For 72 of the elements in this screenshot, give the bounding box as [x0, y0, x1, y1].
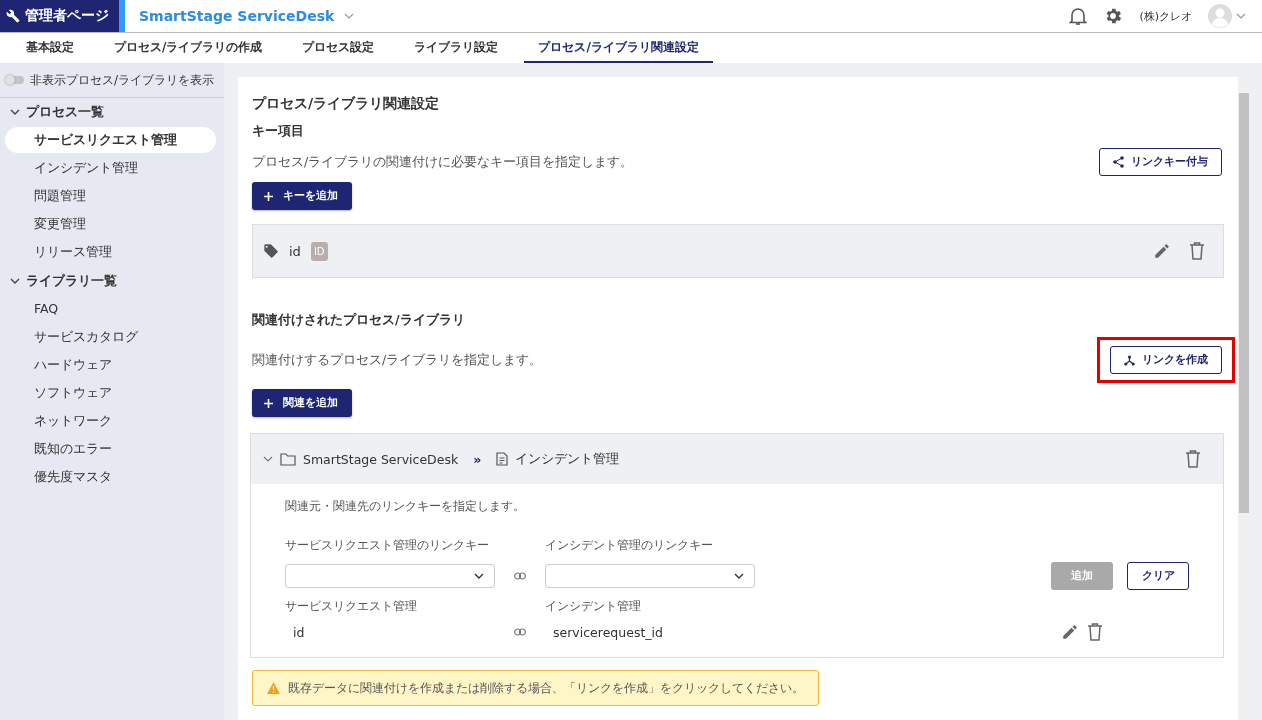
- relation-source: SmartStage ServiceDesk: [303, 451, 459, 467]
- add-relation-button[interactable]: 関連を追加: [252, 389, 352, 417]
- relation-description: 関連元・関連先のリンクキーを指定します。: [285, 498, 526, 515]
- sidebar-item[interactable]: ネットワーク: [5, 408, 216, 434]
- product-selector[interactable]: SmartStage ServiceDesk: [125, 8, 355, 24]
- tab[interactable]: 基本設定: [12, 33, 88, 63]
- column-header: サービスリクエスト管理: [285, 598, 418, 615]
- delete-icon[interactable]: [1185, 450, 1201, 468]
- page-title: プロセス/ライブラリ関連設定: [252, 95, 440, 113]
- plus-icon: [264, 191, 273, 201]
- sidebar-item[interactable]: 既知のエラー: [5, 436, 216, 462]
- section-heading: キー項目: [252, 123, 304, 140]
- key-name: id: [289, 243, 301, 259]
- sidebar-item[interactable]: サービスカタログ: [5, 324, 216, 350]
- column-header: インシデント管理: [545, 598, 642, 615]
- link-key-button[interactable]: リンクキー付与: [1099, 148, 1222, 176]
- share-icon: [1113, 156, 1124, 168]
- warning-icon: [267, 682, 280, 694]
- sidebar-item[interactable]: 問題管理: [5, 183, 216, 209]
- link-icon: [514, 572, 526, 580]
- sidebar-item[interactable]: 変更管理: [5, 211, 216, 237]
- sidebar-item[interactable]: リリース管理: [5, 239, 216, 265]
- network-icon: [1124, 354, 1135, 366]
- sidebar-group[interactable]: プロセス一覧: [0, 98, 224, 126]
- sidebar-item[interactable]: ソフトウェア: [5, 380, 216, 406]
- company-name: (株)クレオ: [1139, 8, 1192, 24]
- sidebar-item[interactable]: ハードウェア: [5, 352, 216, 378]
- document-icon: [496, 452, 509, 466]
- edit-icon[interactable]: [1153, 242, 1171, 260]
- tab[interactable]: プロセス設定: [288, 33, 389, 63]
- link-target-key: servicerequest_id: [545, 624, 755, 640]
- admin-page-badge[interactable]: 管理者ページ: [0, 0, 119, 32]
- scrollbar[interactable]: [1238, 77, 1250, 720]
- chevron-down-icon: [1236, 13, 1246, 19]
- relation-arrow: »: [473, 451, 482, 467]
- link-icon: [514, 628, 526, 636]
- sidebar-item[interactable]: FAQ: [5, 296, 216, 322]
- warning-message: 既存データに関連付けを作成または削除する場合、「リンクを作成」をクリックしてください。: [252, 670, 819, 706]
- plus-icon: [264, 398, 273, 408]
- folder-icon: [280, 452, 296, 466]
- sidebar-item[interactable]: サービスリクエスト管理: [5, 127, 216, 153]
- tab[interactable]: プロセス/ライブラリ関連設定: [524, 33, 713, 63]
- sidebar-item[interactable]: 優先度マスタ: [5, 464, 216, 490]
- tab[interactable]: ライブラリ設定: [400, 33, 513, 63]
- sidebar-group[interactable]: ライブラリ一覧: [0, 267, 224, 295]
- bell-icon[interactable]: [1069, 6, 1088, 26]
- chevron-down-icon: [344, 13, 355, 19]
- delete-icon[interactable]: [1087, 623, 1103, 641]
- relation-target: インシデント管理: [515, 450, 620, 468]
- tab[interactable]: プロセス/ライブラリの作成: [100, 33, 277, 63]
- chevron-down-icon: [734, 573, 744, 579]
- edit-icon[interactable]: [1061, 623, 1079, 641]
- create-link-button[interactable]: リンクを作成: [1110, 346, 1222, 374]
- section-heading: 関連付けされたプロセス/ライブラリ: [252, 312, 465, 329]
- field-label: インシデント管理のリンクキー: [545, 537, 714, 554]
- section-description: 関連付けするプロセス/ライブラリを指定します。: [252, 351, 543, 369]
- chevron-down-icon[interactable]: [263, 454, 273, 464]
- key-type-badge: ID: [310, 241, 328, 261]
- wrench-icon: [6, 9, 20, 23]
- avatar-icon: [1208, 4, 1232, 28]
- link-source-key: id: [285, 624, 495, 640]
- toggle-label: 非表示プロセス/ライブラリを表示: [30, 71, 215, 89]
- toggle-switch[interactable]: [6, 76, 24, 84]
- clear-button[interactable]: クリア: [1127, 562, 1189, 590]
- delete-icon[interactable]: [1189, 242, 1205, 260]
- section-description: プロセス/ライブラリの関連付けに必要なキー項目を指定します。: [252, 153, 634, 171]
- field-label: サービスリクエスト管理のリンクキー: [285, 537, 490, 554]
- chevron-down-icon: [474, 573, 484, 579]
- sidebar-item[interactable]: インシデント管理: [5, 155, 216, 181]
- accent-bar: [119, 0, 125, 32]
- tag-icon: [263, 243, 279, 259]
- add-key-button[interactable]: キーを追加: [252, 182, 352, 210]
